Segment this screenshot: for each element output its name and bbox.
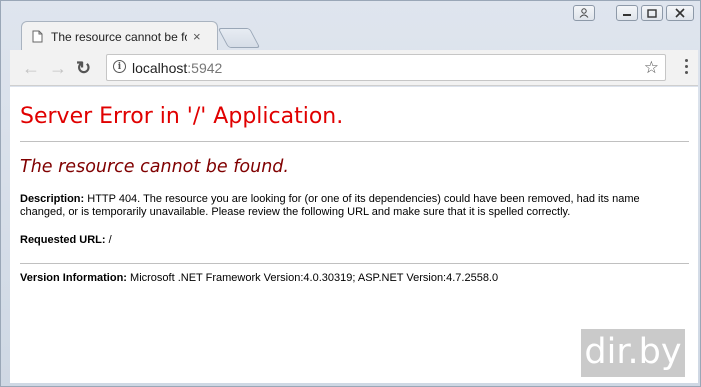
browser-menu-icon[interactable] [685,59,689,77]
browser-tab[interactable]: The resource cannot be fou × [21,21,218,51]
divider [20,141,689,142]
minimize-icon [623,14,631,16]
divider [20,263,689,264]
back-arrow-icon[interactable]: ← [22,59,40,77]
bookmark-star-icon[interactable]: ☆ [644,58,659,78]
user-icon [579,8,589,18]
browser-toolbar: ← → ↻ i localhost:5942 ☆ [10,50,698,86]
minimize-button[interactable] [616,5,638,21]
tab-close-icon[interactable]: × [193,29,201,44]
new-tab-button[interactable] [217,28,261,48]
page-icon [32,30,43,43]
requested-url-label: Requested URL: [20,234,106,246]
page-title: Server Error in '/' Application. [20,104,344,129]
tab-title: The resource cannot be fou [51,29,187,44]
watermark-logo: dir.by [581,329,685,377]
address-url[interactable]: localhost:5942 [132,60,222,76]
info-icon[interactable]: i [113,60,126,73]
maximize-button[interactable] [641,5,663,21]
error-description: Description: HTTP 404. The resource you … [20,193,680,219]
user-profile-button[interactable] [573,5,595,21]
requested-url-value: / [105,234,112,246]
requested-url: Requested URL: / [20,234,688,246]
address-port: :5942 [187,60,223,76]
page-content: Server Error in '/' Application. The res… [10,87,698,383]
version-information: Version Information: Microsoft .NET Fram… [20,272,688,284]
description-text: HTTP 404. The resource you are looking f… [20,193,640,218]
close-icon [675,8,685,18]
reload-icon[interactable]: ↻ [76,59,91,77]
address-bar[interactable]: i localhost:5942 ☆ [106,54,666,81]
forward-arrow-icon[interactable]: → [49,59,67,77]
window-caption-buttons [616,5,694,21]
close-window-button[interactable] [666,5,694,21]
version-text: Microsoft .NET Framework Version:4.0.303… [126,272,499,284]
address-host: localhost [132,60,188,76]
description-label: Description: [20,193,85,205]
version-label: Version Information: [20,272,127,284]
error-subtitle: The resource cannot be found. [20,157,289,177]
maximize-icon [647,8,657,18]
browser-window: The resource cannot be fou × ← → ↻ i loc… [0,0,701,387]
